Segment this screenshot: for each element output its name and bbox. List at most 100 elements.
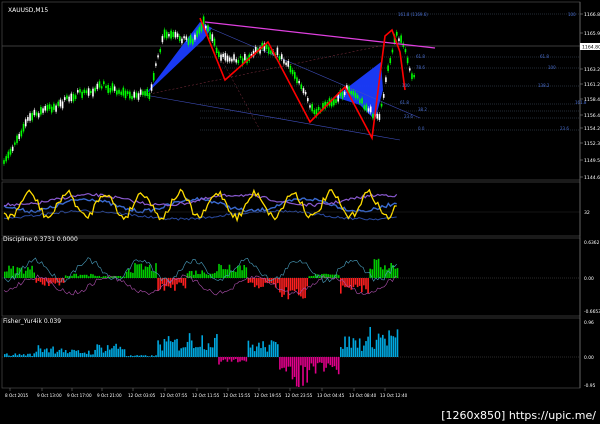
fib-label: 61.8 [400, 100, 409, 105]
fisher-bar [266, 351, 269, 357]
discipline-bar [251, 278, 254, 283]
candle-body [81, 91, 83, 98]
current-price-label: 1164.80 [582, 45, 600, 51]
discipline-bar [16, 267, 19, 278]
fisher-bar [132, 355, 134, 357]
fisher-bar [81, 353, 84, 357]
fisher-bar [308, 357, 311, 371]
fisher-bar [79, 353, 82, 357]
candle-body [387, 65, 389, 71]
fisher-bar [157, 340, 159, 357]
time-tick-label: 9 Oct 17:00 [67, 393, 92, 398]
fisher-bar [22, 354, 25, 357]
discipline-bar [151, 270, 153, 278]
discipline-bar [54, 278, 56, 284]
fisher-bar [344, 336, 346, 357]
candle-body [94, 87, 96, 92]
candle-body [5, 156, 7, 162]
candle-body [63, 97, 66, 101]
discipline-bar [373, 259, 376, 278]
discipline-bar [182, 278, 185, 286]
fib-label: 61.8 [540, 54, 549, 59]
candle-body [298, 80, 300, 84]
fisher-bar [340, 347, 342, 357]
fisher-bar [73, 349, 75, 357]
candle-body [276, 47, 279, 56]
discipline-bar [306, 278, 308, 287]
candle-body [354, 92, 357, 98]
fib-label: 100 [548, 65, 556, 70]
price-tick-label: 1166.80 [584, 12, 600, 18]
time-tick-label: 13 Oct 12:40 [380, 393, 408, 398]
fisher-bar [249, 347, 252, 357]
fisher-bar [100, 347, 103, 357]
discipline-bar [352, 278, 355, 288]
fisher-bar [384, 338, 386, 357]
fisher-bar [363, 345, 365, 357]
fisher-bar [270, 340, 273, 357]
discipline-bar [319, 276, 321, 278]
fisher-bar [25, 355, 27, 357]
fisher-bar [253, 351, 256, 357]
fisher-bar [104, 350, 107, 357]
candle-body [304, 91, 307, 95]
fib-label: 100 [402, 83, 410, 88]
discipline-bar [157, 278, 159, 291]
candle-body [14, 142, 16, 145]
discipline-bar [127, 268, 130, 278]
fisher-bar [375, 339, 378, 357]
discipline-bar [25, 270, 27, 278]
candle-body [185, 36, 188, 40]
fisher-bar [159, 344, 161, 357]
candle-body [53, 103, 55, 110]
fisher-bar [243, 357, 245, 361]
fisher-bar [216, 334, 218, 357]
candle-body [237, 60, 240, 64]
price-tick-label: 1161.20 [584, 82, 600, 88]
candle-body [44, 106, 47, 111]
discipline-bar [27, 267, 29, 278]
discipline-bar [43, 278, 46, 286]
discipline-bar [354, 278, 357, 285]
candle-body [159, 49, 162, 53]
candle-body [365, 104, 368, 111]
discipline-bar [33, 272, 35, 278]
candle-body [389, 58, 392, 64]
candle-body [205, 25, 207, 29]
candle-body [400, 35, 402, 43]
trading-chart[interactable]: 161.8 (1169.6) 100 61.8 78.6 100 61.8 38.2 23.6… [0, 0, 600, 424]
discipline-bar [218, 263, 220, 278]
fisher-bar [325, 357, 327, 368]
fisher-bar [43, 349, 46, 357]
fisher-bar [260, 348, 262, 357]
fisher-bar [333, 357, 336, 367]
candle-body [291, 69, 294, 75]
candle-body [129, 91, 131, 99]
discipline-bar [130, 272, 132, 278]
fisher-bar [209, 347, 212, 357]
fisher-bar [365, 341, 367, 357]
fisher-bar [111, 348, 113, 357]
candle-body [194, 34, 196, 40]
fisher-bar [327, 357, 329, 364]
candle-body [100, 86, 103, 89]
candle-body [213, 38, 216, 46]
fisher-bar [136, 355, 138, 357]
fisher-bar [155, 355, 157, 357]
candle-body [270, 50, 272, 54]
candle-body [135, 92, 138, 98]
discipline-bar [6, 271, 8, 278]
candle-body [181, 38, 183, 44]
fisher-bar [77, 350, 80, 357]
candle-body [265, 44, 268, 49]
candle-body [96, 83, 99, 90]
fisher-bar [312, 357, 315, 367]
fib-label: 23.6 [404, 114, 413, 119]
fisher-bar [190, 340, 193, 357]
fib-label: 38.2 [418, 107, 427, 112]
discipline-bar [8, 265, 10, 278]
fib-label: 161.8 (1169.6) [398, 12, 428, 17]
fisher-bar [142, 355, 145, 357]
candle-body [228, 57, 231, 62]
discipline-bar [277, 278, 279, 284]
